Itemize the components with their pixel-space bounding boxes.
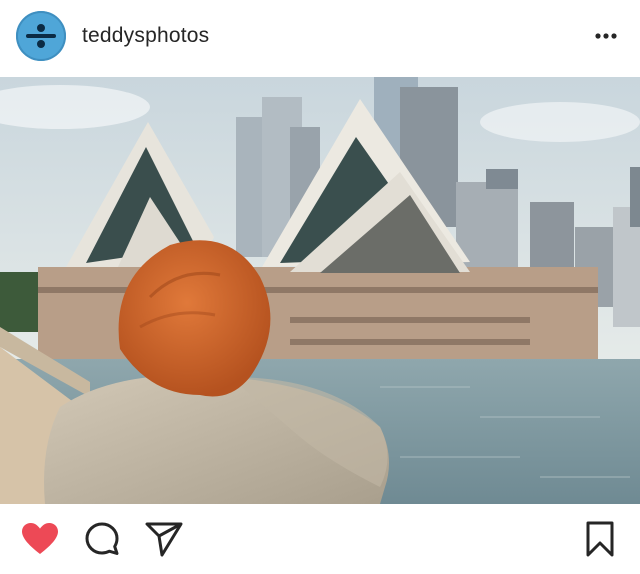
action-bar: [0, 504, 640, 574]
username[interactable]: teddysphotos: [82, 24, 209, 48]
comment-icon[interactable]: [82, 519, 122, 559]
avatar[interactable]: [16, 11, 66, 61]
bookmark-icon[interactable]: [580, 519, 620, 559]
post-photo[interactable]: [0, 77, 640, 504]
more-options-icon[interactable]: [588, 18, 624, 54]
heart-filled-icon[interactable]: [20, 519, 60, 559]
direct-share-icon[interactable]: [144, 519, 184, 559]
instagram-post: teddysphotos: [0, 0, 640, 574]
post-header: teddysphotos: [0, 0, 640, 72]
divide-sign-icon: [37, 24, 45, 32]
